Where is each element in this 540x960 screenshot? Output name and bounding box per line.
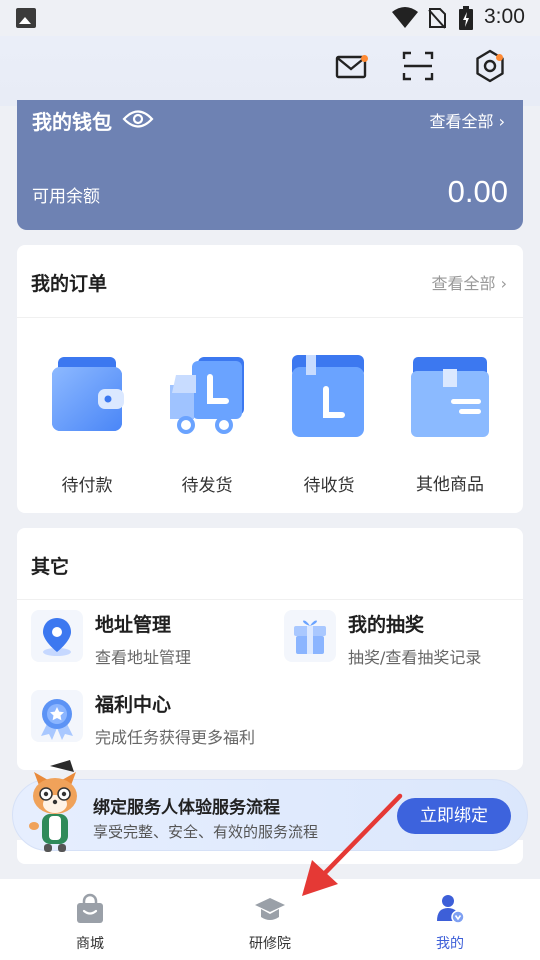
truck-icon	[170, 357, 244, 434]
order-pending-shipment[interactable]: 待发货	[152, 353, 262, 496]
tab-label: 研修院	[249, 936, 291, 952]
service-subtitle: 抽奖/查看抽奖记录	[348, 648, 482, 667]
tab-mall[interactable]: 商城	[30, 879, 150, 960]
user-icon	[437, 895, 465, 924]
no-sim-icon	[428, 8, 446, 29]
order-pending-receipt[interactable]: 待收货	[274, 353, 384, 496]
banner-title: 绑定服务人体验服务流程	[93, 798, 280, 818]
wallet-view-all-link[interactable]: 查看全部 ›	[429, 108, 505, 132]
order-pending-payment[interactable]: 待付款	[32, 353, 142, 496]
benefits-center-item[interactable]: 福利中心 完成任务获得更多福利	[31, 690, 301, 750]
others-card: 其它 地址管理 查看地址管理 我的抽奖 抽奖/查看抽奖记录 福利中心 完成任务获…	[17, 528, 523, 770]
banner-subtitle: 享受完整、安全、有效的服务流程	[93, 823, 319, 841]
mail-badge	[361, 55, 368, 62]
settings-badge	[496, 54, 503, 61]
bind-now-button[interactable]: 立即绑定	[397, 798, 511, 834]
divider	[17, 317, 523, 318]
my-lottery-item[interactable]: 我的抽奖 抽奖/查看抽奖记录	[284, 610, 514, 670]
wallet-icon	[52, 357, 124, 431]
shopping-bag-icon	[77, 893, 103, 923]
gift-icon	[284, 610, 336, 662]
wallet-title: 我的钱包	[32, 110, 112, 134]
tab-mine[interactable]: 我的	[390, 879, 510, 960]
status-bar: 3:00	[0, 0, 540, 36]
order-label: 待发货	[181, 476, 233, 496]
service-subtitle: 查看地址管理	[95, 648, 192, 667]
divider	[17, 599, 523, 600]
orders-view-all-link[interactable]: 查看全部 ›	[431, 270, 507, 294]
service-title: 我的抽奖	[348, 614, 425, 636]
medal-icon	[31, 690, 83, 742]
orders-card: 我的订单 查看全部 › 待付款 待发货 待收货 其他商品	[17, 245, 523, 513]
fox-mascot-icon	[29, 760, 77, 852]
order-label: 其他商品	[416, 475, 484, 495]
settings-icon[interactable]	[472, 48, 508, 84]
wallet-view-all-label: 查看全部	[429, 112, 494, 131]
others-title: 其它	[31, 556, 70, 578]
bottom-tab-bar: 商城 研修院 我的	[0, 879, 540, 960]
orders-title: 我的订单	[31, 273, 108, 295]
chevron-right-icon: ›	[500, 274, 507, 293]
wallet-card[interactable]: 我的钱包 查看全部 › 可用余额 0.00	[17, 100, 523, 230]
tab-academy[interactable]: 研修院	[210, 879, 330, 960]
box-icon	[411, 357, 489, 437]
scan-icon[interactable]	[400, 48, 436, 84]
eye-icon[interactable]	[122, 108, 154, 130]
service-title: 地址管理	[95, 614, 172, 636]
service-subtitle: 完成任务获得更多福利	[95, 728, 256, 747]
package-icon	[292, 355, 364, 437]
wifi-icon	[392, 7, 418, 28]
balance-label: 可用余额	[32, 187, 100, 207]
balance-amount: 0.00	[447, 174, 508, 209]
mail-icon[interactable]	[334, 48, 370, 84]
location-icon	[31, 610, 83, 662]
service-title: 福利中心	[95, 694, 172, 716]
orders-view-all-label: 查看全部	[431, 274, 496, 293]
order-label: 待付款	[61, 476, 113, 496]
battery-charging-icon	[459, 6, 473, 30]
order-label: 待收货	[303, 476, 355, 496]
address-management-item[interactable]: 地址管理 查看地址管理	[31, 610, 261, 670]
status-time: 3:00	[484, 5, 525, 28]
order-other[interactable]: 其他商品	[395, 353, 505, 495]
header	[0, 36, 540, 106]
tab-label: 我的	[436, 936, 464, 952]
gallery-notification-icon	[16, 8, 36, 28]
chevron-right-icon: ›	[498, 112, 505, 131]
tab-label: 商城	[76, 936, 104, 952]
graduation-cap-icon	[255, 898, 285, 920]
